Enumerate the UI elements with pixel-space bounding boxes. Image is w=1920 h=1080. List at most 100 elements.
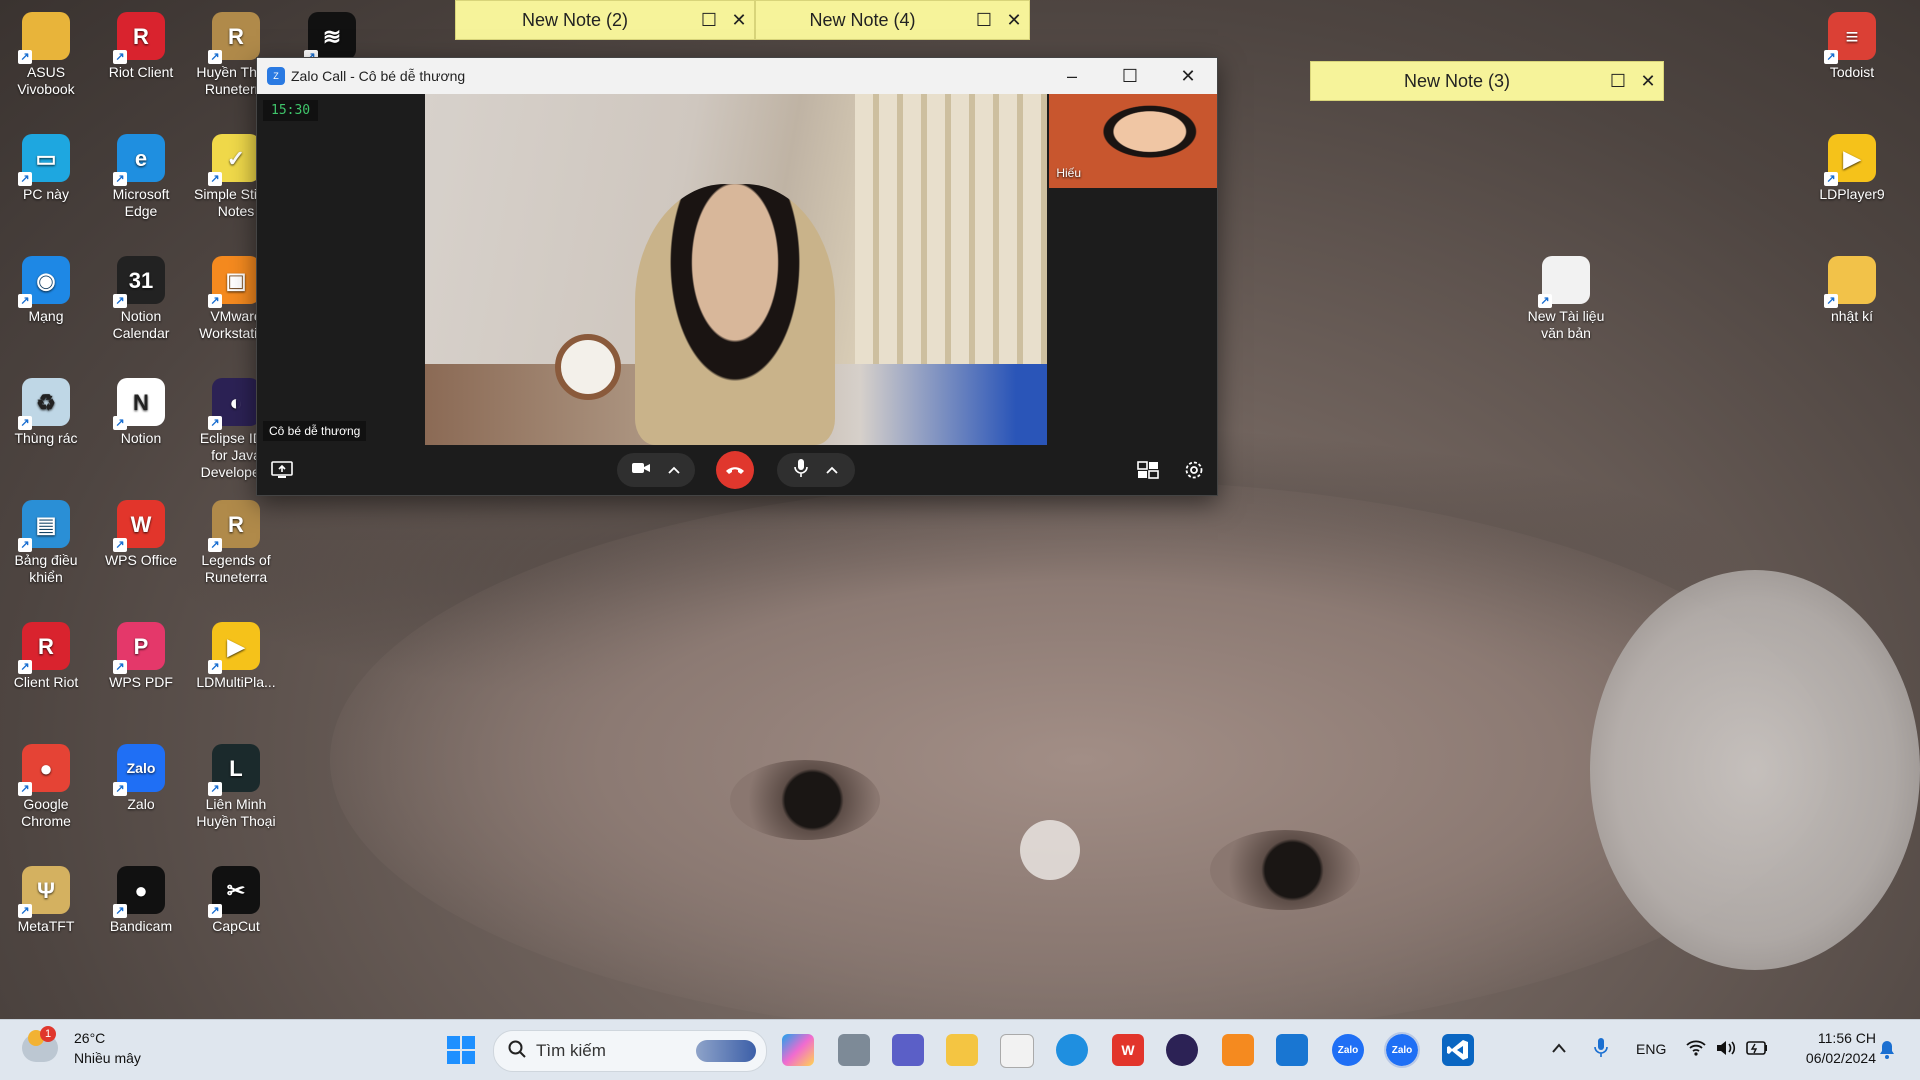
edge-icon[interactable]: e ↗ <box>113 134 165 186</box>
settings-gear-icon[interactable] <box>1179 453 1209 487</box>
desktop-icon[interactable]: ▶ ↗ LDPlayer9 <box>1808 130 1896 203</box>
clock-time[interactable]: 11:56 CH <box>1790 1030 1876 1046</box>
desktop-icon[interactable]: ↗ New Tài liệu văn bản <box>1522 252 1610 342</box>
close-button[interactable]: ✕ <box>1159 66 1217 87</box>
network-icon[interactable]: ◉ ↗ <box>18 256 70 308</box>
legends-runeterra-icon[interactable]: R ↗ <box>208 500 260 552</box>
bandicam-icon[interactable]: ● ↗ <box>113 866 165 918</box>
camera-toggle[interactable] <box>617 453 695 487</box>
notification-bell-icon[interactable] <box>1878 1040 1896 1065</box>
maximize-icon[interactable]: ☐ <box>969 10 999 31</box>
desktop-icon[interactable]: R ↗ Client Riot <box>2 618 90 691</box>
metatft-icon[interactable]: Ψ ↗ <box>18 866 70 918</box>
microphone-tray-icon[interactable] <box>1594 1038 1608 1063</box>
edge-taskbar-icon[interactable] <box>1056 1034 1088 1066</box>
copilot-icon[interactable] <box>782 1034 814 1066</box>
microphone-toggle[interactable] <box>777 453 855 487</box>
language-indicator[interactable]: ENG <box>1636 1041 1666 1057</box>
wps-taskbar-icon[interactable]: W <box>1112 1034 1144 1066</box>
chevron-up-icon[interactable] <box>826 461 838 479</box>
snipping-tool-icon[interactable] <box>1000 1034 1034 1068</box>
battery-icon[interactable] <box>1746 1041 1768 1060</box>
notion-icon[interactable]: N ↗ <box>113 378 165 430</box>
desktop-icon[interactable]: ▤ ↗ Bảng điều khiển <box>2 496 90 586</box>
text-document-icon[interactable]: ↗ <box>1538 256 1590 308</box>
close-icon[interactable]: ✕ <box>724 10 754 31</box>
control-panel-icon[interactable]: ▤ ↗ <box>18 500 70 552</box>
riot-client-icon[interactable]: R ↗ <box>113 12 165 64</box>
file-explorer-icon[interactable] <box>946 1034 978 1066</box>
maximize-icon[interactable]: ☐ <box>694 10 724 31</box>
calendar-icon[interactable]: 31 ↗ <box>113 256 165 308</box>
weather-widget[interactable]: 1 26°C Nhiều mây <box>10 1020 150 1080</box>
desktop-icon[interactable]: N ↗ Notion <box>97 374 185 447</box>
maximize-button[interactable]: ☐ <box>1101 66 1159 87</box>
close-icon[interactable]: ✕ <box>1633 71 1663 92</box>
sticky-note-2[interactable]: New Note (2) ☐ ✕ <box>455 0 755 40</box>
vmware-icon[interactable]: ▣ ↗ <box>208 256 260 308</box>
desktop-icon[interactable]: ≡ ↗ Todoist <box>1808 8 1896 81</box>
layout-icon[interactable] <box>1133 453 1163 487</box>
desktop-icon[interactable]: ↗ nhật kí <box>1808 252 1896 325</box>
desktop-icon[interactable]: P ↗ WPS PDF <box>97 618 185 691</box>
sticky-notes-icon[interactable]: ✓ ↗ <box>208 134 260 186</box>
camera-icon[interactable] <box>632 461 650 480</box>
desktop-icon[interactable]: R ↗ Legends of Runeterra <box>192 496 280 586</box>
desktop-icon[interactable]: ▶ ↗ LDMultiPla... <box>192 618 280 691</box>
ldmultiplayer-icon[interactable]: ▶ ↗ <box>208 622 260 674</box>
pc-icon[interactable]: ▭ ↗ <box>18 134 70 186</box>
desktop-icon[interactable]: Ψ ↗ MetaTFT <box>2 862 90 935</box>
clock-date[interactable]: 06/02/2024 <box>1790 1050 1876 1066</box>
eclipse-icon[interactable]: ◐ ↗ <box>208 378 260 430</box>
chrome-icon[interactable]: ● ↗ <box>18 744 70 796</box>
desktop-icon[interactable]: ◉ ↗ Mạng <box>2 252 90 325</box>
capcut-icon[interactable]: ✂ ↗ <box>208 866 260 918</box>
task-view-icon[interactable] <box>838 1034 870 1066</box>
call-titlebar[interactable]: Z Zalo Call - Cô bé dễ thương – ☐ ✕ <box>257 58 1217 94</box>
riot-client-icon[interactable]: R ↗ <box>18 622 70 674</box>
desktop-icon[interactable]: ● ↗ Google Chrome <box>2 740 90 830</box>
windows-start-icon[interactable] <box>445 1034 477 1066</box>
zalo-taskbar-icon[interactable]: Zalo <box>1332 1034 1364 1066</box>
zalo-call-window[interactable]: Z Zalo Call - Cô bé dễ thương – ☐ ✕ 15:3… <box>256 57 1218 496</box>
share-screen-icon[interactable] <box>267 453 297 487</box>
ldplayer-icon[interactable]: ▶ ↗ <box>1824 134 1876 186</box>
end-call-button[interactable] <box>716 451 754 489</box>
chevron-up-icon[interactable] <box>668 461 680 479</box>
wps-pdf-icon[interactable]: P ↗ <box>113 622 165 674</box>
desktop-icon[interactable]: e ↗ Microsoft Edge <box>97 130 185 220</box>
desktop-icon[interactable]: 31 ↗ Notion Calendar <box>97 252 185 342</box>
zalo-icon[interactable]: Zalo ↗ <box>113 744 165 796</box>
desktop-icon[interactable]: ♻ ↗ Thùng rác <box>2 374 90 447</box>
microsoft-store-icon[interactable] <box>1276 1034 1308 1066</box>
todoist-icon[interactable]: ≡ ↗ <box>1824 12 1876 64</box>
folder-icon[interactable]: ↗ <box>1824 256 1876 308</box>
taskbar-search[interactable]: Tìm kiếm <box>493 1030 767 1072</box>
eclipse-taskbar-icon[interactable] <box>1166 1034 1198 1066</box>
desktop-icon[interactable]: ● ↗ Bandicam <box>97 862 185 935</box>
desktop-icon[interactable]: Zalo ↗ Zalo <box>97 740 185 813</box>
sticky-note-3[interactable]: New Note (3) ☐ ✕ <box>1310 61 1664 101</box>
desktop-icon[interactable]: L ↗ Liên Minh Huyền Thoại <box>192 740 280 830</box>
wps-office-icon[interactable]: W ↗ <box>113 500 165 552</box>
vscode-icon[interactable] <box>1442 1034 1474 1066</box>
maximize-icon[interactable]: ☐ <box>1603 71 1633 92</box>
desktop-icon[interactable]: ✂ ↗ CapCut <box>192 862 280 935</box>
league-icon[interactable]: L ↗ <box>208 744 260 796</box>
recycle-bin-icon[interactable]: ♻ ↗ <box>18 378 70 430</box>
minimize-button[interactable]: – <box>1043 66 1101 87</box>
folder-icon[interactable]: ↗ <box>18 12 70 64</box>
desktop-icon[interactable]: W ↗ WPS Office <box>97 496 185 569</box>
volume-icon[interactable] <box>1716 1040 1736 1061</box>
desktop-icon[interactable]: ▭ ↗ PC này <box>2 130 90 203</box>
microphone-icon[interactable] <box>794 458 808 482</box>
vmware-taskbar-icon[interactable] <box>1222 1034 1254 1066</box>
wifi-icon[interactable] <box>1686 1040 1706 1061</box>
desktop-icon[interactable]: ≋↗ <box>288 8 376 64</box>
sticky-note-4[interactable]: New Note (4) ☐ ✕ <box>755 0 1030 40</box>
runeterra-icon[interactable]: R ↗ <box>208 12 260 64</box>
show-hidden-icons-chevron-up-icon[interactable] <box>1552 1040 1566 1058</box>
zalo-call-taskbar-icon[interactable]: Zalo <box>1384 1032 1420 1068</box>
desktop-icon[interactable]: R ↗ Riot Client <box>97 8 185 81</box>
teams-chat-icon[interactable] <box>892 1034 924 1066</box>
